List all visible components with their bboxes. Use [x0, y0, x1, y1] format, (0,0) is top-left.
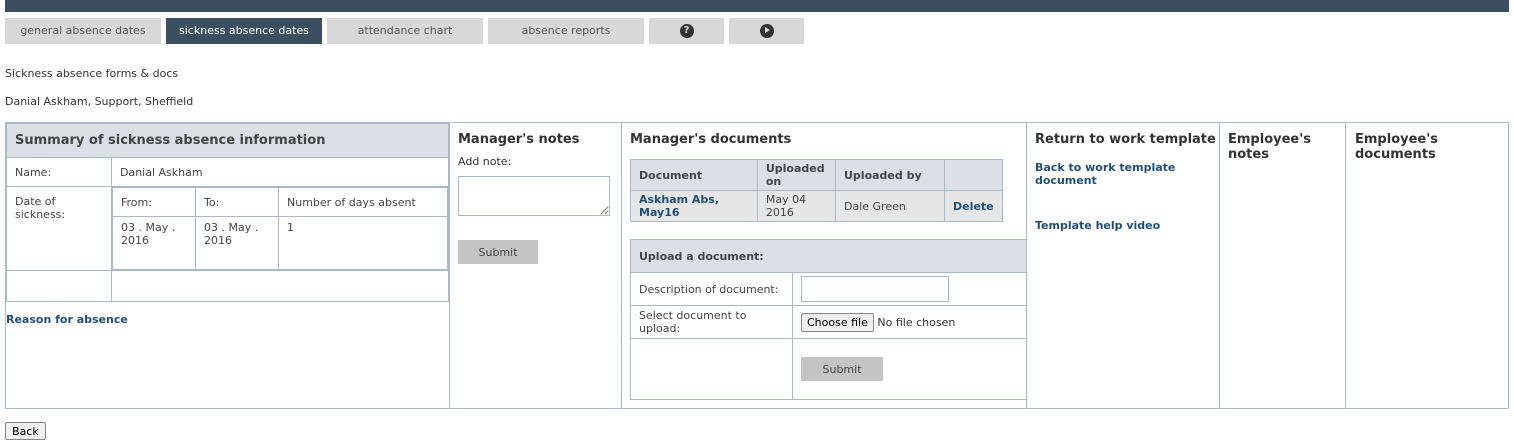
col-header-uploaded-by: Uploaded by [835, 159, 945, 191]
date-of-sickness-label: Date of sickness: [6, 186, 112, 271]
employee-notes-column: Employee's notes [1220, 123, 1346, 408]
back-button[interactable]: Back [5, 422, 46, 440]
return-to-work-column: Return to work template Back to work tem… [1027, 123, 1220, 408]
empty-cell [6, 270, 112, 302]
question-circle-icon: ? [679, 24, 694, 38]
upload-title: Upload a document: [630, 239, 1027, 273]
top-banner [5, 0, 1509, 12]
upload-submit-button[interactable]: Submit [801, 357, 883, 381]
tab-absence-reports[interactable]: absence reports [488, 18, 644, 44]
summary-table: Summary of sickness absence information … [6, 123, 449, 302]
uploaded-on-cell: May 04 2016 [756, 190, 837, 222]
employee-documents-column: Employee's documents [1346, 123, 1510, 408]
add-note-textarea[interactable] [458, 176, 610, 216]
name-value: Danial Askham [111, 157, 449, 187]
manager-notes-column: Manager's notes Add note: Submit [450, 123, 622, 408]
manager-notes-title: Manager's notes [458, 132, 580, 147]
upload-submit-cell: Submit [792, 338, 1027, 400]
table-row: Askham Abs, May16 May 04 2016 Dale Green… [630, 190, 1004, 222]
tab-bar: general absence dates sickness absence d… [5, 18, 809, 44]
back-to-work-template-link[interactable]: Back to work template document [1035, 161, 1219, 187]
document-link[interactable]: Askham Abs, May16 [639, 193, 719, 219]
employee-documents-title: Employee's documents [1355, 132, 1438, 162]
description-input[interactable] [801, 276, 949, 302]
summary-title: Summary of sickness absence information [6, 123, 449, 158]
tab-general-absence-dates[interactable]: general absence dates [5, 18, 161, 44]
return-to-work-title: Return to work template [1035, 132, 1216, 147]
col-header-document: Document [630, 159, 758, 191]
notes-submit-button[interactable]: Submit [458, 240, 538, 264]
page-subtitle: Sickness absence forms & docs [5, 67, 179, 80]
from-value: 03 . May . 2016 [112, 216, 196, 270]
play-circle-icon [759, 24, 774, 38]
upload-table: Upload a document: Description of docume… [630, 239, 1027, 400]
days-label: Number of days absent [278, 187, 448, 217]
manager-documents-title: Manager's documents [630, 132, 792, 147]
choose-file-button[interactable]: Choose file [801, 312, 874, 332]
manager-documents-column: Manager's documents Document Uploaded on… [622, 123, 1027, 408]
uploaded-by-cell: Dale Green [835, 190, 945, 222]
add-note-label: Add note: [458, 155, 512, 168]
dates-cell: From: To: Number of days absent 03 . May… [111, 186, 449, 271]
col-header-action [943, 159, 1004, 191]
summary-column: Summary of sickness absence information … [6, 123, 450, 408]
dates-table: From: To: Number of days absent 03 . May… [112, 187, 448, 270]
reason-for-absence-link[interactable]: Reason for absence [6, 313, 128, 326]
name-label: Name: [6, 157, 112, 187]
tab-sickness-absence-dates[interactable]: sickness absence dates [166, 18, 322, 44]
employee-info: Danial Askham, Support, Sheffield [5, 95, 194, 108]
tab-help[interactable]: ? [649, 18, 724, 44]
tab-video[interactable] [729, 18, 804, 44]
to-value: 03 . May . 2016 [195, 216, 279, 270]
empty-cell [630, 338, 793, 400]
description-label: Description of document: [630, 272, 793, 306]
main-panel: Summary of sickness absence information … [5, 122, 1509, 409]
days-value: 1 [278, 216, 448, 270]
template-help-video-link[interactable]: Template help video [1035, 219, 1160, 232]
select-label: Select document to upload: [630, 305, 793, 339]
empty-cell [111, 270, 449, 302]
no-file-text: No file chosen [877, 315, 956, 329]
documents-table: Document Uploaded on Uploaded by Askham … [630, 159, 1004, 222]
tab-attendance-chart[interactable]: attendance chart [327, 18, 483, 44]
file-cell: Choose file No file chosen [792, 305, 1027, 339]
from-label: From: [112, 187, 196, 217]
col-header-uploaded-on: Uploaded on [756, 159, 837, 191]
description-cell [792, 272, 1027, 306]
delete-link[interactable]: Delete [953, 200, 994, 213]
document-cell: Askham Abs, May16 [630, 190, 758, 222]
delete-cell: Delete [943, 190, 1004, 222]
employee-notes-title: Employee's notes [1228, 132, 1311, 162]
to-label: To: [195, 187, 279, 217]
